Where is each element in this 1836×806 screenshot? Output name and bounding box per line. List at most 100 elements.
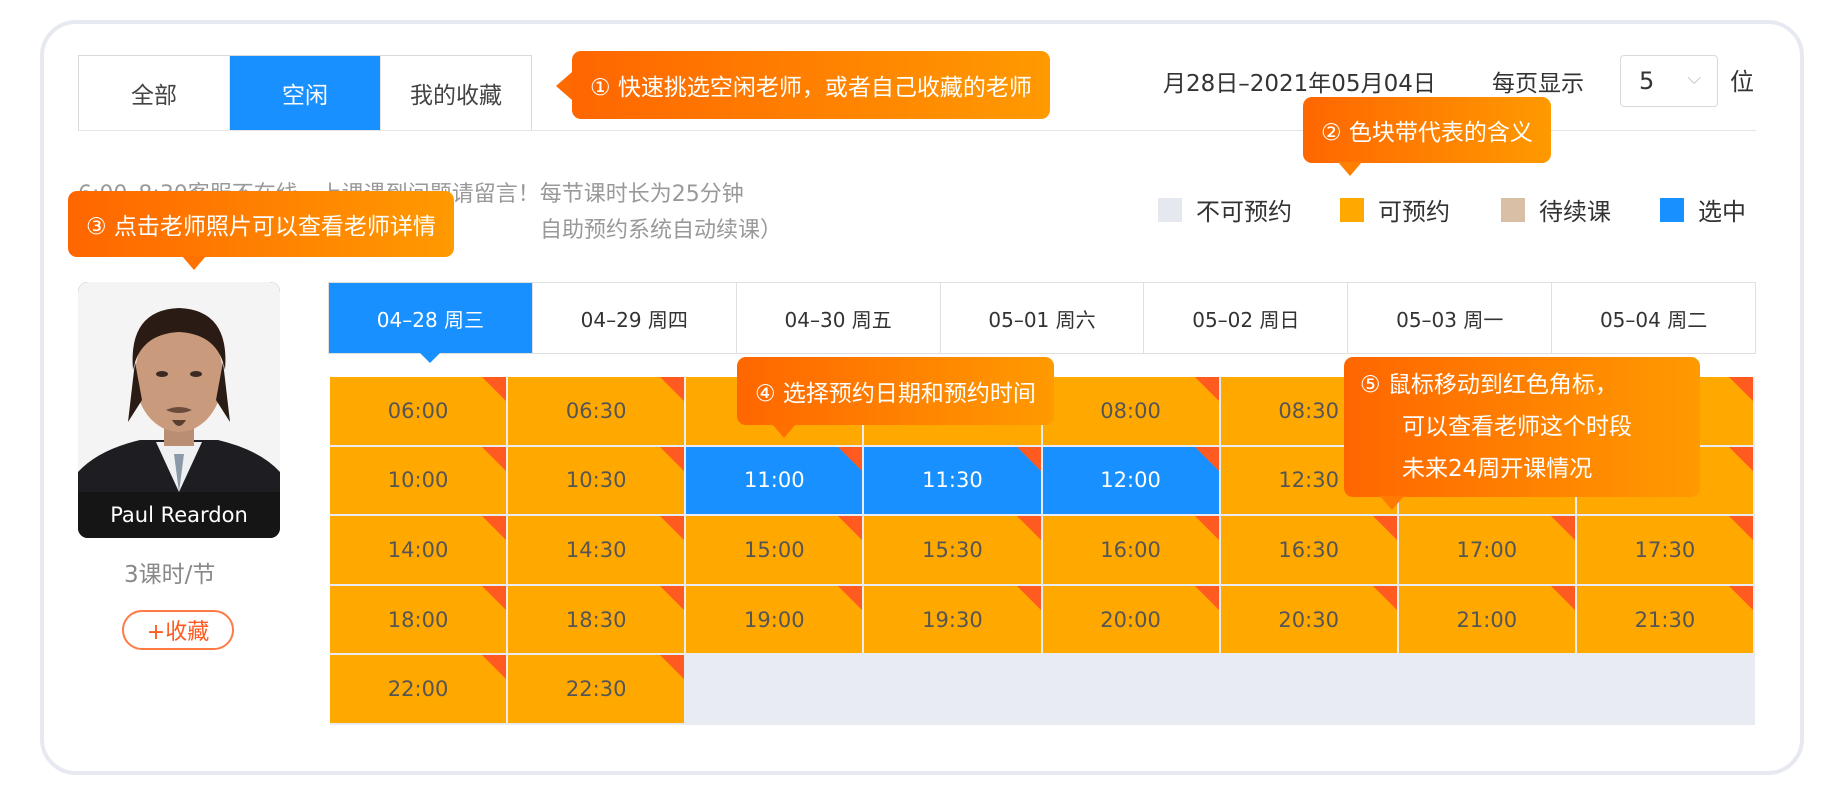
legend-unavailable: 不可预约 bbox=[1158, 192, 1292, 227]
tab-all[interactable]: 全部 bbox=[79, 56, 229, 130]
callout-select-tip: ④ 选择预约日期和预约时间 bbox=[737, 357, 1054, 425]
per-page-value: 5 bbox=[1639, 67, 1655, 95]
callout-arrow bbox=[1380, 496, 1404, 510]
red-corner-marker[interactable] bbox=[482, 655, 507, 680]
day-tab[interactable]: 04–28 周三 bbox=[329, 283, 532, 363]
date-range: 月28日–2021年05月04日 bbox=[1163, 71, 1436, 97]
red-corner-marker[interactable] bbox=[1550, 585, 1575, 610]
callout-filter-tip: ① 快速挑选空闲老师，或者自己收藏的老师 bbox=[572, 51, 1050, 119]
legend-available: 可预约 bbox=[1340, 192, 1450, 227]
red-corner-marker[interactable] bbox=[838, 516, 863, 541]
red-corner-marker[interactable] bbox=[660, 516, 685, 541]
time-slot[interactable]: 14:30 bbox=[508, 516, 685, 584]
red-corner-marker[interactable] bbox=[1016, 585, 1041, 610]
legend-label: 待续课 bbox=[1539, 198, 1611, 226]
red-corner-marker[interactable] bbox=[1016, 516, 1041, 541]
red-corner-marker[interactable] bbox=[660, 585, 685, 610]
red-corner-marker[interactable] bbox=[838, 585, 863, 610]
teacher-photo[interactable]: Paul Reardon bbox=[78, 282, 280, 538]
unavailable-swatch bbox=[1158, 197, 1182, 222]
legend-label: 可预约 bbox=[1378, 198, 1450, 226]
legend-label: 选中 bbox=[1698, 198, 1746, 226]
callout-arrow bbox=[182, 256, 206, 270]
callout-arrow bbox=[772, 424, 796, 438]
day-header: 04–28 周三 04–29 周四 04–30 周五 05–01 周六 05–0… bbox=[328, 282, 1756, 363]
time-slot[interactable]: 20:30 bbox=[1220, 585, 1397, 654]
available-swatch bbox=[1340, 197, 1364, 222]
callout-corner-line1: ⑤ 鼠标移动到红色角标， bbox=[1360, 372, 1618, 398]
auto-renew-note: 自助预约系统自动续课） bbox=[540, 218, 783, 243]
red-corner-marker[interactable] bbox=[1194, 446, 1219, 471]
callout-corner-line3: 未来24周开课情况 bbox=[1402, 456, 1593, 482]
red-corner-marker[interactable] bbox=[1550, 516, 1575, 541]
red-corner-marker[interactable] bbox=[1729, 377, 1753, 401]
time-slot[interactable]: 18:00 bbox=[330, 585, 507, 654]
time-slot[interactable]: 11:00 bbox=[686, 446, 863, 515]
legend-selected: 选中 bbox=[1660, 192, 1746, 227]
time-slot[interactable]: 21:00 bbox=[1398, 585, 1575, 654]
callout-corner-tip: ⑤ 鼠标移动到红色角标， 可以查看老师这个时段 未来24周开课情况 bbox=[1344, 357, 1700, 497]
filter-tabs: 全部 空闲 我的收藏 bbox=[78, 55, 532, 131]
time-slot[interactable]: 15:30 bbox=[864, 516, 1041, 584]
day-tab[interactable]: 05–04 周二 bbox=[1551, 283, 1755, 353]
red-corner-marker[interactable] bbox=[1194, 585, 1219, 610]
callout-corner-line2: 可以查看老师这个时段 bbox=[1402, 414, 1632, 440]
red-corner-marker[interactable] bbox=[1729, 446, 1753, 471]
time-slot[interactable]: 11:30 bbox=[864, 446, 1041, 515]
time-slot[interactable]: 10:00 bbox=[330, 446, 507, 515]
day-tab[interactable]: 04–30 周五 bbox=[735, 283, 940, 353]
red-corner-marker[interactable] bbox=[1729, 516, 1753, 541]
time-slot[interactable]: 19:30 bbox=[864, 585, 1041, 654]
red-corner-marker[interactable] bbox=[1016, 446, 1041, 471]
time-slot[interactable]: 16:00 bbox=[1042, 516, 1219, 584]
day-tab[interactable]: 04–29 周四 bbox=[531, 283, 736, 353]
red-corner-marker[interactable] bbox=[482, 446, 507, 471]
red-corner-marker[interactable] bbox=[482, 377, 507, 401]
time-slot[interactable]: 18:30 bbox=[508, 585, 685, 654]
pending-swatch bbox=[1501, 197, 1525, 222]
time-slot[interactable]: 06:30 bbox=[508, 377, 685, 445]
tab-favorites[interactable]: 我的收藏 bbox=[380, 56, 531, 130]
time-slot[interactable]: 22:00 bbox=[330, 655, 507, 723]
day-tab[interactable]: 05–02 周日 bbox=[1143, 283, 1347, 353]
time-slot[interactable]: 14:00 bbox=[330, 516, 507, 584]
time-slot[interactable]: 15:00 bbox=[686, 516, 863, 584]
red-corner-marker[interactable] bbox=[660, 446, 685, 471]
add-favorite-button[interactable]: +收藏 bbox=[122, 610, 234, 650]
time-slot[interactable]: 10:30 bbox=[508, 446, 685, 515]
day-tab[interactable]: 05–01 周六 bbox=[939, 283, 1144, 353]
red-corner-marker[interactable] bbox=[1194, 377, 1219, 401]
time-slot[interactable]: 06:00 bbox=[330, 377, 507, 445]
time-slot[interactable]: 21:30 bbox=[1576, 585, 1753, 654]
legend-pending: 待续课 bbox=[1501, 192, 1611, 227]
red-corner-marker[interactable] bbox=[660, 655, 685, 680]
chevron-down-icon: ⌵ bbox=[1687, 68, 1701, 89]
callout-legend-tip: ② 色块带代表的含义 bbox=[1303, 97, 1551, 163]
time-slot[interactable]: 17:30 bbox=[1576, 516, 1753, 584]
red-corner-marker[interactable] bbox=[1194, 516, 1219, 541]
time-slot[interactable]: 16:30 bbox=[1220, 516, 1397, 584]
callout-arrow bbox=[1338, 162, 1362, 176]
red-corner-marker[interactable] bbox=[660, 377, 685, 401]
red-corner-marker[interactable] bbox=[482, 585, 507, 610]
time-slot[interactable]: 22:30 bbox=[508, 655, 685, 723]
time-slot[interactable]: 08:00 bbox=[1042, 377, 1219, 445]
tab-free[interactable]: 空闲 bbox=[229, 56, 380, 130]
time-slot[interactable]: 12:00 bbox=[1042, 446, 1219, 515]
time-slot[interactable]: 20:00 bbox=[1042, 585, 1219, 654]
per-page-select[interactable]: 5 ⌵ bbox=[1620, 55, 1718, 107]
red-corner-marker[interactable] bbox=[1729, 585, 1753, 610]
per-page-label: 每页显示 bbox=[1492, 71, 1584, 97]
red-corner-marker[interactable] bbox=[1372, 516, 1397, 541]
red-corner-marker[interactable] bbox=[1372, 585, 1397, 610]
red-corner-marker[interactable] bbox=[482, 516, 507, 541]
teacher-name: Paul Reardon bbox=[78, 492, 280, 538]
callout-arrow bbox=[556, 72, 572, 100]
legend-label: 不可预约 bbox=[1196, 198, 1292, 226]
teacher-hours: 3课时/节 bbox=[124, 562, 216, 588]
red-corner-marker[interactable] bbox=[838, 446, 863, 471]
callout-photo-tip: ③ 点击老师照片可以查看老师详情 bbox=[68, 191, 454, 257]
day-tab[interactable]: 05–03 周一 bbox=[1347, 283, 1551, 353]
time-slot[interactable]: 17:00 bbox=[1398, 516, 1575, 584]
time-slot[interactable]: 19:00 bbox=[686, 585, 863, 654]
